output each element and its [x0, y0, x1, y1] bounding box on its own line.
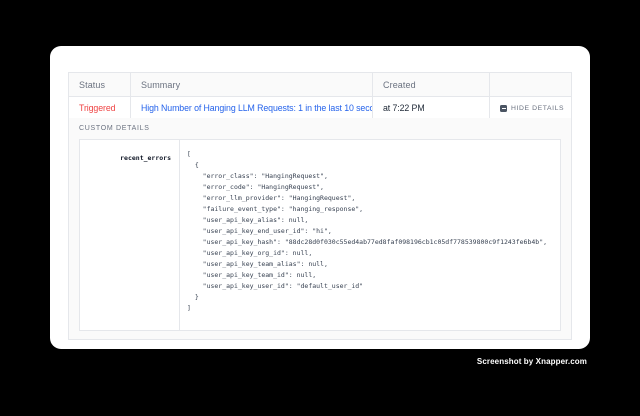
details-cell: HIDE DETAILS	[489, 97, 571, 119]
status-badge: Triggered	[79, 103, 115, 113]
custom-details-label: CUSTOM DETAILS	[79, 125, 150, 132]
details-code-column: [ { "error_class": "HangingRequest", "er…	[180, 140, 560, 330]
created-timestamp: at 7:22 PM	[383, 103, 425, 113]
status-cell: Triggered	[69, 97, 130, 119]
recent-errors-json: [ { "error_class": "HangingRequest", "er…	[180, 140, 560, 314]
column-header-created: Created	[372, 73, 489, 96]
details-key-name: recent_errors	[120, 154, 171, 162]
alerts-card: Status Summary Created Triggered High Nu…	[50, 46, 590, 349]
hide-details-label: HIDE DETAILS	[511, 105, 564, 112]
summary-cell: High Number of Hanging LLM Requests: 1 i…	[130, 97, 372, 119]
details-key-column: recent_errors	[80, 140, 180, 330]
created-cell: at 7:22 PM	[372, 97, 489, 119]
custom-details-code-box: recent_errors [ { "error_class": "Hangin…	[79, 139, 561, 331]
page-background: Status Summary Created Triggered High Nu…	[0, 0, 640, 416]
column-header-summary: Summary	[130, 73, 372, 96]
custom-details-panel: CUSTOM DETAILS recent_errors [ { "error_…	[68, 118, 572, 340]
column-header-details	[489, 73, 571, 96]
table-header-row: Status Summary Created	[69, 73, 571, 97]
summary-link[interactable]: High Number of Hanging LLM Requests: 1 i…	[141, 103, 372, 113]
minus-square-icon	[500, 105, 507, 112]
alerts-table: Status Summary Created Triggered High Nu…	[68, 72, 572, 120]
hide-details-button[interactable]: HIDE DETAILS	[500, 105, 564, 112]
table-row: Triggered High Number of Hanging LLM Req…	[69, 97, 571, 119]
xnapper-watermark: Screenshot by Xnapper.com	[477, 357, 587, 366]
column-header-status: Status	[69, 73, 130, 96]
